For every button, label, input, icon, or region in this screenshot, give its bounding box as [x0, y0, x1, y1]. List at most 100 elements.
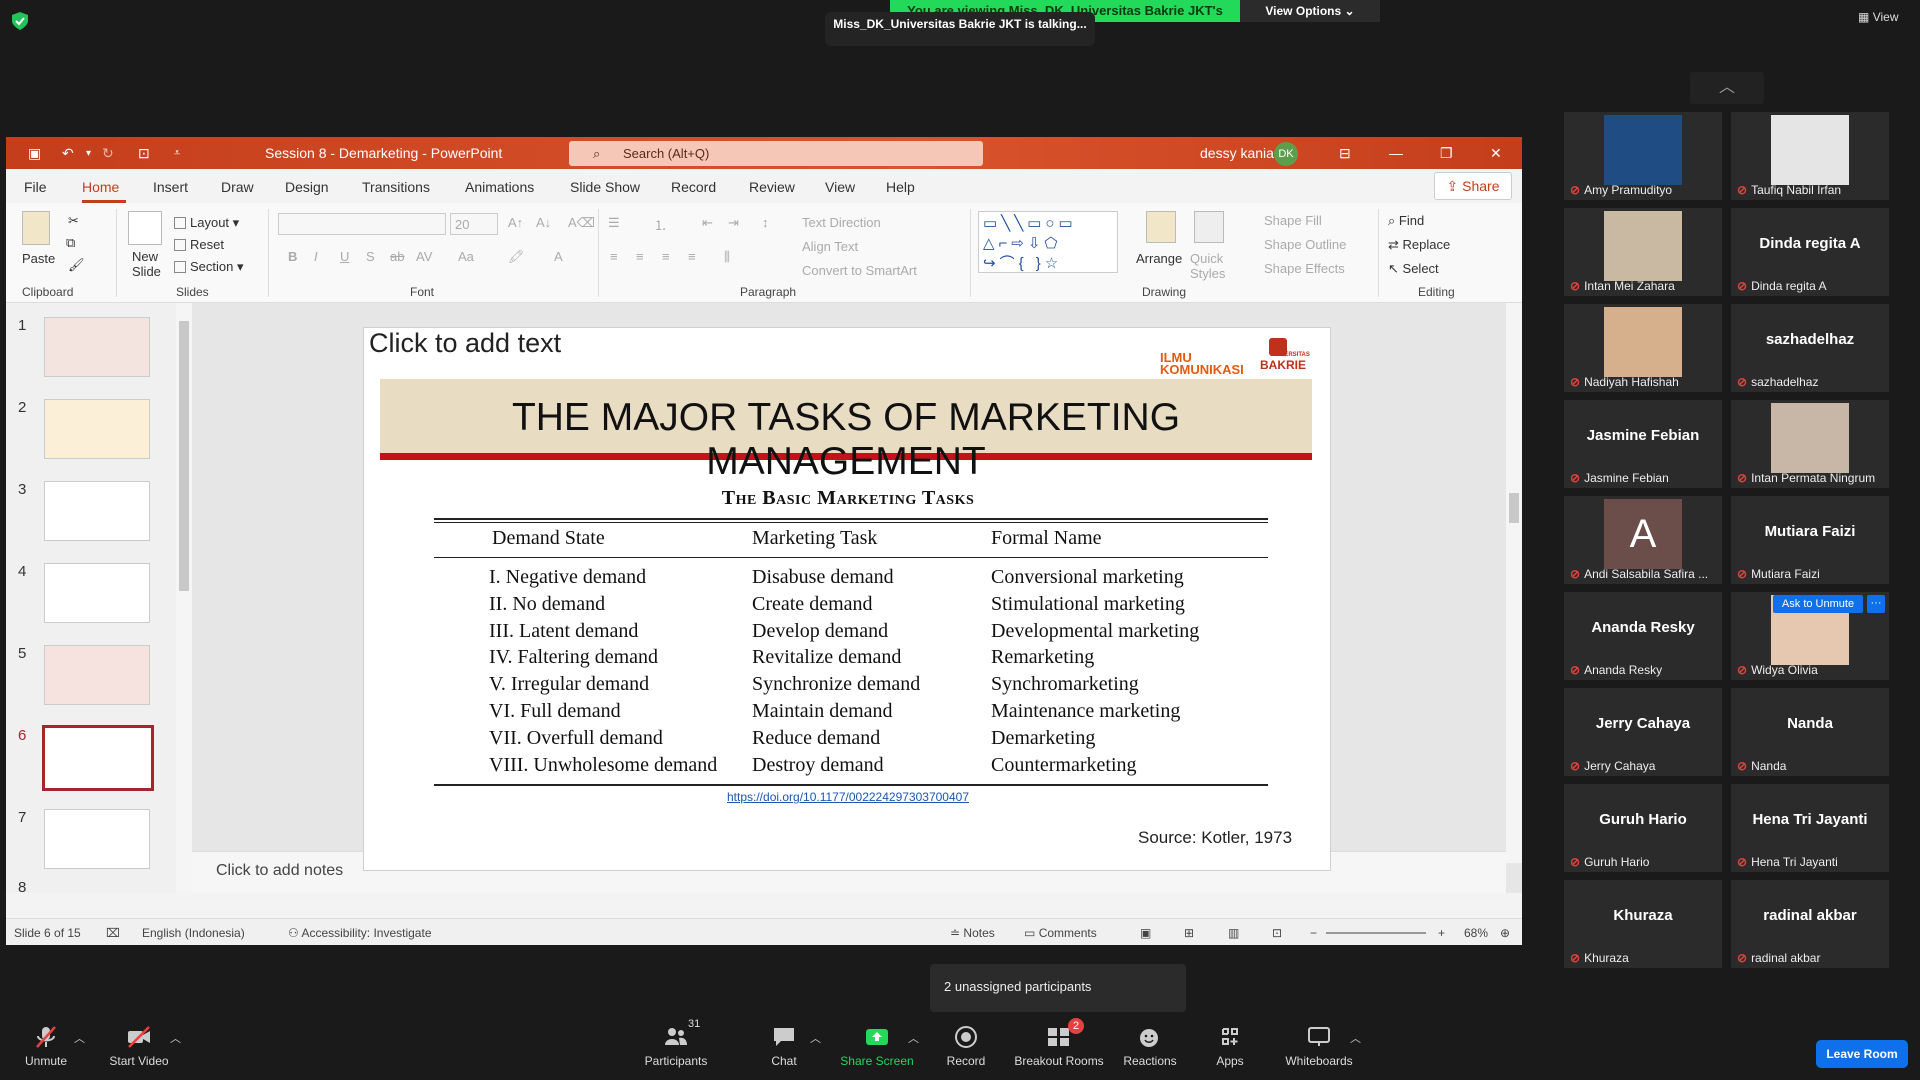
view-options-button[interactable]: View Options ⌄	[1240, 0, 1380, 22]
scroll-thumb[interactable]	[179, 321, 189, 591]
apps-button[interactable]: Apps	[1212, 1012, 1248, 1068]
share-screen-button[interactable]: Share Screen	[838, 1012, 916, 1068]
participant-tile[interactable]: Guruh Hario ⊘ Guruh Hario	[1564, 784, 1722, 872]
user-name[interactable]: dessy kania	[1200, 145, 1274, 161]
start-video-button[interactable]: Start Video	[104, 1012, 174, 1068]
zoom-slider[interactable]	[1326, 932, 1426, 934]
columns-icon[interactable]: ⫼	[724, 249, 730, 265]
doi-link[interactable]: https://doi.org/10.1177/0022242973037004…	[364, 790, 1332, 804]
tab-slide-show[interactable]: Slide Show	[570, 179, 640, 195]
tab-review[interactable]: Review	[749, 179, 795, 195]
shape-outline-button[interactable]: Shape Outline	[1264, 237, 1346, 252]
participant-tile[interactable]: Khuraza ⊘ Khuraza	[1564, 880, 1722, 968]
user-avatar[interactable]: DK	[1274, 142, 1298, 166]
participant-tile[interactable]: Hena Tri Jayanti ⊘ Hena Tri Jayanti	[1731, 784, 1889, 872]
ribbon-display-icon[interactable]: ⊟	[1339, 145, 1351, 162]
tab-help[interactable]: Help	[886, 179, 915, 195]
shapes-gallery[interactable]: ▭╲╲▭○▭ △⌐⇨⇩⬠ ↪⌒{ }☆	[978, 211, 1118, 273]
slide-thumbnail-5[interactable]	[44, 645, 150, 705]
slide-scrollbar[interactable]	[1506, 303, 1522, 863]
ask-to-unmute-button[interactable]: Ask to Unmute	[1773, 595, 1863, 613]
customize-toolbar-icon[interactable]: ⩡	[174, 147, 180, 160]
share-options-chevron-icon[interactable]: ︿	[908, 1030, 919, 1046]
view-button[interactable]: ▦ View	[1858, 10, 1898, 24]
zoom-level[interactable]: 68%	[1464, 926, 1488, 940]
participant-tile[interactable]: ⊘ Amy Pramudityo	[1564, 112, 1722, 200]
participant-tile[interactable]: Ask to Unmute ··· ⊘ Widya Olivia	[1731, 592, 1889, 680]
paste-button[interactable]: Paste	[22, 251, 55, 266]
character-spacing-icon[interactable]: AV	[416, 249, 432, 264]
gallery-collapse-button[interactable]: ︿	[1690, 72, 1764, 104]
shadow-icon[interactable]: S	[366, 249, 375, 264]
breakout-rooms-button[interactable]: Breakout Rooms	[1012, 1012, 1106, 1068]
spellcheck-icon[interactable]: ⌧	[106, 926, 120, 940]
slide-thumbnail-2[interactable]	[44, 399, 150, 459]
normal-view-icon[interactable]: ▣	[1140, 926, 1151, 940]
encryption-shield-icon[interactable]	[12, 12, 28, 30]
fit-to-window-icon[interactable]: ⊕	[1500, 926, 1510, 940]
arrange-button[interactable]: Arrange	[1136, 251, 1182, 266]
audio-options-chevron-icon[interactable]: ︿	[74, 1030, 85, 1046]
zoom-out-icon[interactable]: −	[1310, 926, 1317, 940]
participant-tile[interactable]: ⊘ Intan Permata Ningrum	[1731, 400, 1889, 488]
tab-transitions[interactable]: Transitions	[362, 179, 430, 195]
scroll-thumb[interactable]	[1509, 493, 1519, 523]
tab-insert[interactable]: Insert	[153, 179, 188, 195]
participant-tile[interactable]: radinal akbar ⊘ radinal akbar	[1731, 880, 1889, 968]
save-icon[interactable]: ▣	[28, 145, 41, 162]
slide-thumbnail-1[interactable]	[44, 317, 150, 377]
quick-styles-icon[interactable]	[1194, 211, 1224, 243]
slide-canvas[interactable]: Click to add text ILMU KOMUNIKASI UNIVERS…	[363, 327, 1331, 871]
whiteboards-button[interactable]: Whiteboards	[1284, 1012, 1354, 1068]
participant-tile[interactable]: Dinda regita A ⊘ Dinda regita A	[1731, 208, 1889, 296]
italic-icon[interactable]: I	[314, 249, 318, 264]
bullets-icon[interactable]: ☰	[608, 215, 620, 231]
find-button[interactable]: ⌕ Find	[1388, 213, 1424, 229]
undo-icon[interactable]: ↶	[62, 145, 74, 162]
tab-design[interactable]: Design	[285, 179, 329, 195]
slide-thumbnail-3[interactable]	[44, 481, 150, 541]
restore-icon[interactable]: ❐	[1440, 145, 1453, 162]
thumbnails-scrollbar[interactable]	[176, 303, 192, 893]
text-direction-button[interactable]: Text Direction	[802, 215, 881, 230]
close-icon[interactable]: ✕	[1490, 145, 1502, 162]
convert-smartart-button[interactable]: Convert to SmartArt	[802, 263, 917, 278]
strikethrough-icon[interactable]: ab	[390, 249, 404, 264]
select-button[interactable]: ↖ Select	[1388, 261, 1439, 277]
participant-tile[interactable]: ⊘ Intan Mei Zahara	[1564, 208, 1722, 296]
slide-thumbnail-6[interactable]	[42, 725, 154, 791]
more-options-icon[interactable]: ···	[1867, 595, 1885, 613]
reset-button[interactable]: Reset	[174, 237, 224, 252]
language-status[interactable]: English (Indonesia)	[142, 926, 245, 940]
whiteboard-options-chevron-icon[interactable]: ︿	[1350, 1030, 1361, 1046]
reading-view-icon[interactable]: ▥	[1228, 926, 1239, 940]
tab-draw[interactable]: Draw	[221, 179, 254, 195]
replace-button[interactable]: ⇄ Replace	[1388, 237, 1450, 253]
decrease-indent-icon[interactable]: ⇤	[702, 215, 713, 231]
tab-view[interactable]: View	[825, 179, 855, 195]
increase-font-icon[interactable]: A↑	[508, 215, 523, 230]
align-right-icon[interactable]: ≡	[662, 249, 670, 264]
record-button[interactable]: Record	[940, 1012, 992, 1068]
participants-button[interactable]: Participants	[640, 1012, 712, 1068]
video-options-chevron-icon[interactable]: ︿	[170, 1030, 181, 1046]
slide-sorter-icon[interactable]: ⊞	[1184, 926, 1194, 940]
zoom-in-icon[interactable]: +	[1438, 926, 1445, 940]
format-painter-icon[interactable]: 🖌	[68, 257, 85, 273]
section-button[interactable]: Section ▾	[174, 259, 244, 275]
participant-tile[interactable]: Ananda Resky ⊘ Ananda Resky	[1564, 592, 1722, 680]
shape-fill-button[interactable]: Shape Fill	[1264, 213, 1322, 228]
paste-icon[interactable]	[22, 211, 50, 245]
chat-button[interactable]: Chat	[760, 1012, 808, 1068]
align-text-button[interactable]: Align Text	[802, 239, 858, 254]
search-box[interactable]: ⌕ Search (Alt+Q)	[569, 141, 983, 166]
font-size-select[interactable]: 20	[450, 213, 498, 235]
underline-icon[interactable]: U	[340, 249, 349, 264]
accessibility-button[interactable]: ⚇ Accessibility: Investigate	[288, 926, 432, 940]
participant-tile[interactable]: ⊘ Nadiyah Hafishah	[1564, 304, 1722, 392]
layout-button[interactable]: Layout ▾	[174, 215, 239, 231]
participant-tile[interactable]: sazhadelhaz ⊘ sazhadelhaz	[1731, 304, 1889, 392]
line-spacing-icon[interactable]: ↕	[762, 215, 769, 230]
decrease-font-icon[interactable]: A↓	[536, 215, 551, 230]
font-family-select[interactable]	[278, 213, 446, 235]
